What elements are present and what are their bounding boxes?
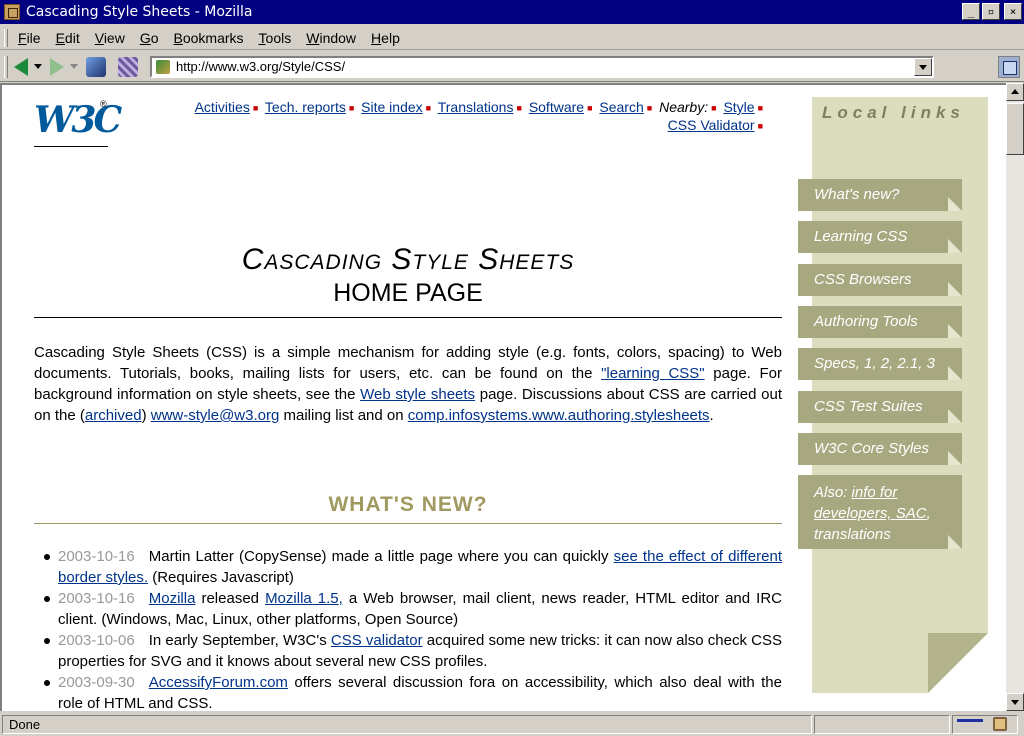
nav-activities[interactable]: Activities — [195, 99, 250, 115]
reload-icon[interactable] — [86, 56, 106, 77]
url-bar[interactable]: http://www.w3.org/Style/CSS/ — [150, 55, 934, 78]
menu-file[interactable]: File — [18, 30, 41, 46]
mozilla-link[interactable]: Mozilla — [149, 590, 196, 607]
local-link-also: Also: info for developers, SAC, translat… — [798, 475, 962, 549]
page-fold-decoration — [928, 633, 988, 693]
forward-history-dropdown[interactable] — [70, 64, 78, 69]
lock-icon[interactable] — [993, 717, 1007, 731]
stop-icon[interactable] — [118, 56, 138, 77]
intro-paragraph: Cascading Style Sheets (CSS) is a simple… — [34, 344, 782, 424]
page-viewport[interactable]: W3C ® Activities ■ Tech. reports ■ Site in… — [0, 83, 1006, 711]
url-text[interactable]: http://www.w3.org/Style/CSS/ — [176, 59, 345, 74]
sac-link[interactable]: SAC — [896, 505, 927, 522]
scroll-thumb[interactable] — [1006, 103, 1024, 155]
title-bar: Cascading Style Sheets - Mozilla _ ▫ × — [0, 0, 1024, 24]
local-link-specs[interactable]: Specs, 1, 2, 2.1, 3 — [798, 348, 962, 380]
scroll-down-button[interactable] — [1006, 693, 1024, 711]
menu-bar: File Edit View Go Bookmarks Tools Window… — [0, 26, 1024, 50]
page-title-main: Cascading Style Sheets — [241, 243, 575, 276]
toolbar-grip[interactable] — [4, 55, 8, 78]
menu-help[interactable]: Help — [371, 30, 400, 46]
maximize-button[interactable]: ▫ — [982, 3, 1000, 20]
archived-link[interactable]: archived — [85, 407, 142, 424]
list-item: 2003-09-30 AccessifyForum.com offers seve… — [44, 672, 782, 711]
go-button[interactable] — [998, 56, 1020, 78]
local-link-core-styles[interactable]: W3C Core Styles — [798, 433, 962, 465]
nav-style[interactable]: Style — [723, 99, 754, 115]
news-date: 2003-10-16 — [58, 548, 135, 565]
nav-search[interactable]: Search — [599, 99, 643, 115]
close-button[interactable]: × — [1004, 3, 1022, 20]
online-status-icon[interactable] — [957, 719, 983, 729]
learning-css-link[interactable]: "learning CSS" — [601, 365, 705, 382]
local-links-title: Local links — [822, 103, 965, 122]
status-bar: Done — [0, 713, 1024, 736]
minimize-button[interactable]: _ — [962, 3, 980, 20]
page-proxy-icon[interactable] — [156, 59, 170, 74]
nearby-label: Nearby: — [659, 99, 709, 115]
menu-window[interactable]: Window — [306, 30, 356, 46]
vertical-scrollbar[interactable] — [1006, 83, 1024, 711]
news-list: 2003-10-16 Martin Latter (CopySense) made… — [44, 546, 782, 711]
whats-new-heading: WHAT'S NEW? — [328, 493, 488, 516]
local-link-authoring-tools[interactable]: Authoring Tools — [798, 306, 962, 338]
menu-view[interactable]: View — [95, 30, 125, 46]
window-title: Cascading Style Sheets - Mozilla — [26, 4, 253, 20]
url-history-dropdown[interactable] — [914, 57, 932, 76]
local-link-whats-new[interactable]: What's new? — [798, 179, 962, 211]
list-item: 2003-10-16 Martin Latter (CopySense) made… — [44, 548, 782, 586]
www-style-link[interactable]: www-style@w3.org — [151, 407, 280, 424]
list-item: 2003-10-16 Mozilla released Mozilla 1.5, … — [44, 590, 782, 628]
local-link-test-suites[interactable]: CSS Test Suites — [798, 391, 962, 423]
scroll-up-button[interactable] — [1006, 83, 1024, 101]
back-button[interactable] — [14, 57, 42, 76]
menu-bookmarks[interactable]: Bookmarks — [174, 30, 244, 46]
whats-new-divider — [34, 523, 782, 524]
back-history-dropdown[interactable] — [34, 64, 42, 69]
status-text: Done — [2, 715, 812, 734]
nav-translations[interactable]: Translations — [438, 99, 514, 115]
menu-edit[interactable]: Edit — [56, 30, 80, 46]
back-arrow-icon — [14, 57, 28, 76]
forward-button[interactable] — [50, 57, 78, 76]
nav-tech-reports[interactable]: Tech. reports — [265, 99, 346, 115]
top-navigation: Activities ■ Tech. reports ■ Site index ■ T… — [194, 99, 763, 133]
news-date: 2003-10-06 — [58, 632, 135, 649]
accessifyforum-link[interactable]: AccessifyForum.com — [149, 674, 288, 691]
navigation-toolbar: http://www.w3.org/Style/CSS/ — [0, 52, 1024, 82]
nav-software[interactable]: Software — [529, 99, 584, 115]
css-validator-link[interactable]: CSS validator — [331, 632, 423, 649]
menu-go[interactable]: Go — [140, 30, 159, 46]
progress-panel — [814, 715, 950, 734]
w3c-logo[interactable]: W3C ® — [34, 99, 122, 147]
nav-css-validator[interactable]: CSS Validator — [668, 117, 755, 133]
title-divider — [34, 317, 782, 318]
nav-site-index[interactable]: Site index — [361, 99, 422, 115]
local-link-css-browsers[interactable]: CSS Browsers — [798, 264, 962, 296]
newsgroup-link[interactable]: comp.infosystems.www.authoring.styleshee… — [408, 407, 710, 424]
page-title: Cascading Style Sheets HOME PAGE — [34, 243, 782, 309]
web-style-sheets-link[interactable]: Web style sheets — [360, 386, 475, 403]
list-item: 2003-10-06 In early September, W3C's CSS … — [44, 632, 782, 670]
security-panel — [952, 715, 1018, 734]
menu-tools[interactable]: Tools — [259, 30, 292, 46]
news-date: 2003-10-16 — [58, 590, 135, 607]
mozilla-15-link[interactable]: Mozilla 1.5, — [265, 590, 343, 607]
local-link-learning-css[interactable]: Learning CSS — [798, 221, 962, 253]
mozilla-app-icon[interactable] — [4, 4, 20, 20]
window-controls: _ ▫ × — [962, 3, 1022, 20]
page-title-sub: HOME PAGE — [333, 279, 483, 307]
forward-arrow-icon — [50, 57, 64, 76]
toolbar-grip[interactable] — [4, 28, 8, 47]
news-date: 2003-09-30 — [58, 674, 135, 691]
